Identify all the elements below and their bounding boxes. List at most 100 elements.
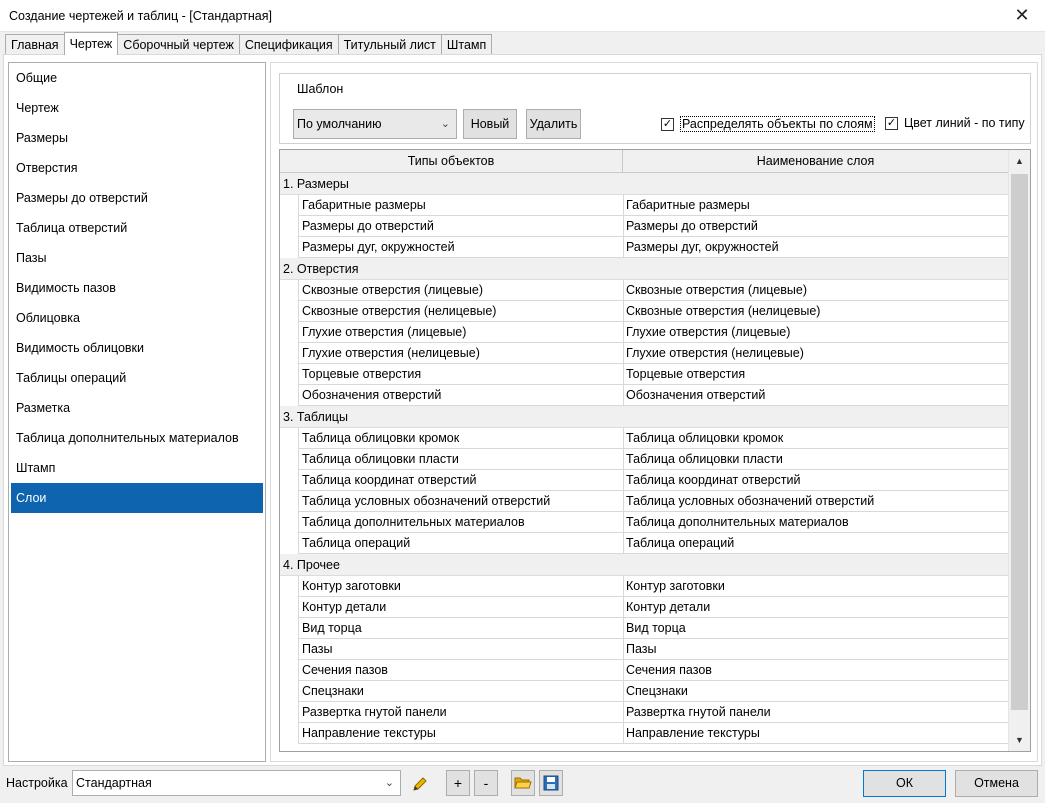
tab-assembly-drawing[interactable]: Сборочный чертеж xyxy=(117,34,240,55)
layer-name-cell[interactable]: Таблица облицовки пласти xyxy=(623,449,1008,470)
nav-item-hole-table[interactable]: Таблица отверстий xyxy=(11,213,263,243)
layer-name-cell[interactable]: Размеры до отверстий xyxy=(623,216,1008,237)
table-row[interactable]: Пазы Пазы xyxy=(298,639,1008,660)
layer-name-cell[interactable]: Контур заготовки xyxy=(623,576,1008,597)
template-select-value: По умолчанию xyxy=(297,117,382,131)
layer-name-cell[interactable]: Габаритные размеры xyxy=(623,195,1008,216)
tab-title-sheet[interactable]: Титульный лист xyxy=(337,34,442,55)
save-preset-button[interactable] xyxy=(539,770,563,796)
layer-name-cell[interactable]: Размеры дуг, окружностей xyxy=(623,237,1008,258)
layer-name-cell[interactable]: Сечения пазов xyxy=(623,660,1008,681)
remove-preset-button[interactable]: - xyxy=(474,770,498,796)
layer-name-cell[interactable]: Таблица дополнительных материалов xyxy=(623,512,1008,533)
group-row[interactable]: 4. Прочее xyxy=(280,554,1008,576)
nav-item-stamp[interactable]: Штамп xyxy=(11,453,263,483)
layer-name-cell[interactable]: Таблица условных обозначений отверстий xyxy=(623,491,1008,512)
group-row[interactable]: 3. Таблицы xyxy=(280,406,1008,428)
scroll-down-arrow-icon[interactable]: ▼ xyxy=(1009,730,1030,750)
nav-item-extra-materials-table[interactable]: Таблица дополнительных материалов xyxy=(11,423,263,453)
table-row[interactable]: Глухие отверстия (нелицевые) Глухие отвер… xyxy=(298,343,1008,364)
column-header-layer-name[interactable]: Наименование слоя xyxy=(623,150,1008,172)
table-row[interactable]: Направление текстуры Направление текстуры xyxy=(298,723,1008,744)
nav-item-marking[interactable]: Разметка xyxy=(11,393,263,423)
layer-name-cell[interactable]: Контур детали xyxy=(623,597,1008,618)
table-row[interactable]: Обозначения отверстий Обозначения отверст… xyxy=(298,385,1008,406)
cancel-button[interactable]: Отмена xyxy=(955,770,1038,797)
group-row[interactable]: 1. Размеры xyxy=(280,173,1008,195)
nav-item-edging-visibility[interactable]: Видимость облицовки xyxy=(11,333,263,363)
add-preset-button[interactable]: + xyxy=(446,770,470,796)
nav-item-hole-dimensions[interactable]: Размеры до отверстий xyxy=(11,183,263,213)
close-icon[interactable]: ✕ xyxy=(999,0,1045,31)
nav-item-edging[interactable]: Облицовка xyxy=(11,303,263,333)
preset-select[interactable]: Стандартная ⌄ xyxy=(72,770,401,796)
scrollbar-thumb[interactable] xyxy=(1011,174,1028,710)
tab-stamp[interactable]: Штамп xyxy=(440,34,493,55)
ok-button[interactable]: ОК xyxy=(863,770,946,797)
object-type-cell: Контур заготовки xyxy=(298,576,623,597)
table-row[interactable]: Таблица облицовки кромок Таблица облицовк… xyxy=(298,428,1008,449)
layer-name-cell[interactable]: Вид торца xyxy=(623,618,1008,639)
table-row[interactable]: Спецзнаки Спецзнаки xyxy=(298,681,1008,702)
nav-item-drawing[interactable]: Чертеж xyxy=(11,93,263,123)
distribute-by-layers-checkbox[interactable]: ✓ Распределять объекты по слоям xyxy=(661,116,875,132)
nav-item-layers[interactable]: Слои xyxy=(11,483,263,513)
table-row[interactable]: Сквозные отверстия (нелицевые) Сквозные о… xyxy=(298,301,1008,322)
table-row[interactable]: Таблица условных обозначений отверстий Та… xyxy=(298,491,1008,512)
table-row[interactable]: Глухие отверстия (лицевые) Глухие отверст… xyxy=(298,322,1008,343)
nav-item-dimensions[interactable]: Размеры xyxy=(11,123,263,153)
table-row[interactable]: Вид торца Вид торца xyxy=(298,618,1008,639)
object-type-cell: Сечения пазов xyxy=(298,660,623,681)
nav-item-general[interactable]: Общие xyxy=(11,63,263,93)
table-row[interactable]: Сечения пазов Сечения пазов xyxy=(298,660,1008,681)
object-type-cell: Развертка гнутой панели xyxy=(298,702,623,723)
tab-drawing[interactable]: Чертеж xyxy=(63,32,119,55)
check-icon: ✓ xyxy=(885,116,898,130)
table-row[interactable]: Развертка гнутой панели Развертка гнутой … xyxy=(298,702,1008,723)
nav-item-grooves[interactable]: Пазы xyxy=(11,243,263,273)
nav-item-holes[interactable]: Отверстия xyxy=(11,153,263,183)
table-row[interactable]: Контур детали Контур детали xyxy=(298,597,1008,618)
rename-preset-button[interactable] xyxy=(408,770,432,796)
layer-name-cell[interactable]: Торцевые отверстия xyxy=(623,364,1008,385)
open-preset-button[interactable] xyxy=(511,770,535,796)
group-row[interactable]: 2. Отверстия xyxy=(280,258,1008,280)
layer-name-cell[interactable]: Таблица облицовки кромок xyxy=(623,428,1008,449)
line-color-by-type-checkbox[interactable]: ✓ Цвет линий - по типу xyxy=(885,116,1025,130)
folder-open-icon xyxy=(514,777,532,789)
layer-name-cell[interactable]: Глухие отверстия (лицевые) xyxy=(623,322,1008,343)
layer-name-cell[interactable]: Развертка гнутой панели xyxy=(623,702,1008,723)
nav-item-operation-tables[interactable]: Таблицы операций xyxy=(11,363,263,393)
object-type-cell: Таблица условных обозначений отверстий xyxy=(298,491,623,512)
table-row[interactable]: Размеры дуг, окружностей Размеры дуг, окр… xyxy=(298,237,1008,258)
table-row[interactable]: Размеры до отверстий Размеры до отверстий xyxy=(298,216,1008,237)
layer-name-cell[interactable]: Обозначения отверстий xyxy=(623,385,1008,406)
table-row[interactable]: Контур заготовки Контур заготовки xyxy=(298,576,1008,597)
layer-name-cell[interactable]: Таблица операций xyxy=(623,533,1008,554)
table-row[interactable]: Таблица операций Таблица операций xyxy=(298,533,1008,554)
layer-name-cell[interactable]: Направление текстуры xyxy=(623,723,1008,744)
table-row[interactable]: Габаритные размеры Габаритные размеры xyxy=(298,195,1008,216)
delete-template-button[interactable]: Удалить xyxy=(526,109,581,139)
layer-name-cell[interactable]: Пазы xyxy=(623,639,1008,660)
table-row[interactable]: Сквозные отверстия (лицевые) Сквозные отв… xyxy=(298,280,1008,301)
layer-name-cell[interactable]: Сквозные отверстия (лицевые) xyxy=(623,280,1008,301)
table-row[interactable]: Таблица дополнительных материалов Таблица… xyxy=(298,512,1008,533)
table-row[interactable]: Таблица облицовки пласти Таблица облицовк… xyxy=(298,449,1008,470)
template-select[interactable]: По умолчанию ⌄ xyxy=(293,109,457,139)
layer-name-cell[interactable]: Таблица координат отверстий xyxy=(623,470,1008,491)
table-row[interactable]: Торцевые отверстия Торцевые отверстия xyxy=(298,364,1008,385)
table-row[interactable]: Таблица координат отверстий Таблица коорд… xyxy=(298,470,1008,491)
tab-main[interactable]: Главная xyxy=(5,34,65,55)
scroll-up-arrow-icon[interactable]: ▲ xyxy=(1009,151,1030,171)
object-type-cell: Таблица координат отверстий xyxy=(298,470,623,491)
footer-bar: Настройка Стандартная ⌄ + - ОК Отмена xyxy=(0,766,1045,803)
tab-specification[interactable]: Спецификация xyxy=(238,34,339,55)
layer-name-cell[interactable]: Сквозные отверстия (нелицевые) xyxy=(623,301,1008,322)
new-template-button[interactable]: Новый xyxy=(463,109,517,139)
column-header-object-types[interactable]: Типы объектов xyxy=(280,150,623,172)
nav-item-groove-visibility[interactable]: Видимость пазов xyxy=(11,273,263,303)
grid-vertical-scrollbar[interactable]: ▲ ▼ xyxy=(1008,150,1030,751)
layer-name-cell[interactable]: Глухие отверстия (нелицевые) xyxy=(623,343,1008,364)
layer-name-cell[interactable]: Спецзнаки xyxy=(623,681,1008,702)
